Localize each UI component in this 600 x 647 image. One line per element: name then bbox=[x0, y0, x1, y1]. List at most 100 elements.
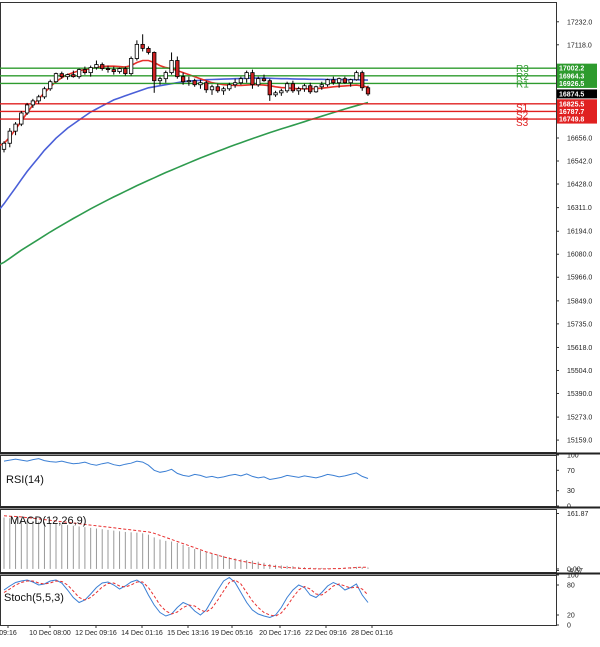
rsi-tick-label: 70 bbox=[567, 468, 575, 475]
y-tick-label: 15618.0 bbox=[567, 345, 592, 352]
candle-body bbox=[123, 68, 128, 75]
forex-chart: 17232.0 17118.0 16656.0 16542.0 16428.0 16311… bbox=[0, 0, 600, 642]
candle-body bbox=[36, 96, 41, 102]
level-label-s3: S3 bbox=[516, 118, 529, 129]
stoch-tick-label: 20 bbox=[567, 613, 575, 620]
candle-body bbox=[180, 76, 186, 83]
candle-body bbox=[169, 60, 174, 74]
rsi-tick-label: 30 bbox=[567, 488, 575, 495]
y-tick-label: 16542.0 bbox=[567, 159, 592, 166]
candle-body bbox=[308, 85, 313, 93]
ma-blue-line bbox=[0, 77, 369, 210]
macd-label: MACD(12,26,9) bbox=[10, 515, 86, 527]
candle-body bbox=[360, 72, 365, 89]
candle-body bbox=[348, 79, 353, 84]
candle-body bbox=[134, 43, 140, 59]
candle-body bbox=[111, 69, 116, 73]
y-tick-label: 15273.0 bbox=[567, 415, 592, 422]
level-price-label: 16926.5 bbox=[559, 81, 584, 88]
level-label-r1: R1 bbox=[516, 79, 529, 90]
candle-body bbox=[204, 82, 209, 91]
candle-body bbox=[146, 48, 151, 53]
candle-body bbox=[175, 60, 180, 78]
candle-body bbox=[227, 84, 232, 90]
candle-body bbox=[30, 100, 36, 106]
candle-body bbox=[117, 68, 122, 73]
candle-body bbox=[163, 72, 168, 80]
candle-body bbox=[186, 80, 192, 83]
y-tick-label: 16428.0 bbox=[567, 182, 592, 189]
y-tick-label: 15735.0 bbox=[567, 321, 592, 328]
candle-body bbox=[209, 86, 215, 91]
candle-body bbox=[261, 78, 267, 82]
rsi-tick-label: 100 bbox=[567, 453, 579, 460]
candle-body bbox=[336, 78, 342, 84]
candle-body bbox=[71, 74, 76, 78]
chart-canvas: 17232.0 17118.0 16656.0 16542.0 16428.0 16311… bbox=[0, 2, 600, 637]
candle-body bbox=[273, 92, 278, 96]
y-tick-label: 15966.0 bbox=[567, 275, 592, 282]
candle-body bbox=[302, 85, 307, 90]
candle-body bbox=[319, 84, 324, 88]
candle-body bbox=[313, 86, 319, 93]
candle-body bbox=[232, 82, 238, 86]
candle-body bbox=[7, 130, 12, 144]
y-tick-label: 15849.0 bbox=[567, 298, 592, 305]
x-tick-label: 14 Dec 01:16 bbox=[121, 630, 163, 637]
candle-body bbox=[325, 79, 330, 86]
y-tick-label: 16080.0 bbox=[567, 252, 592, 259]
stoch-tick-label: 80 bbox=[567, 583, 575, 590]
candle-body bbox=[279, 90, 284, 94]
candle-body bbox=[284, 83, 290, 92]
rsi-label: RSI(14) bbox=[6, 474, 44, 486]
rsi-tick-label: 0 bbox=[567, 504, 571, 511]
candle-body bbox=[88, 67, 93, 74]
candle-body bbox=[238, 78, 244, 84]
stoch-tick-label: 100 bbox=[567, 573, 579, 580]
y-tick-label: 15390.0 bbox=[567, 391, 592, 398]
stoch-tick-label: 0 bbox=[567, 623, 571, 630]
candle-body bbox=[48, 81, 53, 90]
candle-body bbox=[244, 72, 249, 80]
candle-body bbox=[198, 82, 203, 86]
rsi-pane-frame bbox=[0, 455, 557, 507]
y-tick-label: 15159.0 bbox=[567, 438, 592, 445]
candle-body bbox=[19, 112, 24, 125]
level-price-label: 16749.8 bbox=[559, 117, 584, 124]
candle-body bbox=[24, 104, 30, 114]
candle-body bbox=[82, 69, 88, 74]
x-tick-label: 15 Dec 13:16 bbox=[167, 630, 209, 637]
x-tick-label: 12 Dec 09:16 bbox=[75, 630, 117, 637]
candle-body bbox=[42, 88, 47, 98]
candle-body bbox=[365, 87, 371, 95]
candle-body bbox=[331, 79, 336, 84]
candle-body bbox=[250, 72, 255, 86]
candle-body bbox=[100, 64, 105, 69]
current-price-label: 16874.5 bbox=[559, 91, 584, 98]
candle-body bbox=[128, 58, 134, 75]
ma-red-line bbox=[0, 59, 369, 147]
x-tick-label: 19 Dec 05:16 bbox=[211, 630, 253, 637]
y-tick-label: 16311.0 bbox=[567, 205, 592, 212]
candle-body bbox=[221, 88, 226, 92]
candle-body bbox=[296, 88, 301, 92]
candle-body bbox=[13, 123, 18, 132]
candle-body bbox=[267, 80, 272, 96]
candle-body bbox=[215, 86, 220, 92]
candle-body bbox=[342, 78, 348, 84]
macd-tick-label: 161.87 bbox=[567, 511, 589, 518]
x-tick-label: 22 Dec 09:16 bbox=[305, 630, 347, 637]
rsi-line bbox=[3, 458, 369, 481]
candle-body bbox=[94, 64, 99, 68]
candle-body bbox=[354, 72, 359, 81]
candle-body bbox=[59, 73, 64, 78]
x-tick-label: 20 Dec 17:16 bbox=[259, 630, 301, 637]
candle-body bbox=[140, 43, 145, 49]
candle-body bbox=[76, 69, 82, 78]
stoch-label: Stoch(5,5,3) bbox=[4, 592, 64, 604]
candle-body bbox=[65, 74, 70, 78]
y-tick-label: 15504.0 bbox=[567, 368, 592, 375]
candle-body bbox=[53, 73, 59, 83]
candle-body bbox=[192, 80, 197, 86]
candle-body bbox=[157, 78, 163, 82]
